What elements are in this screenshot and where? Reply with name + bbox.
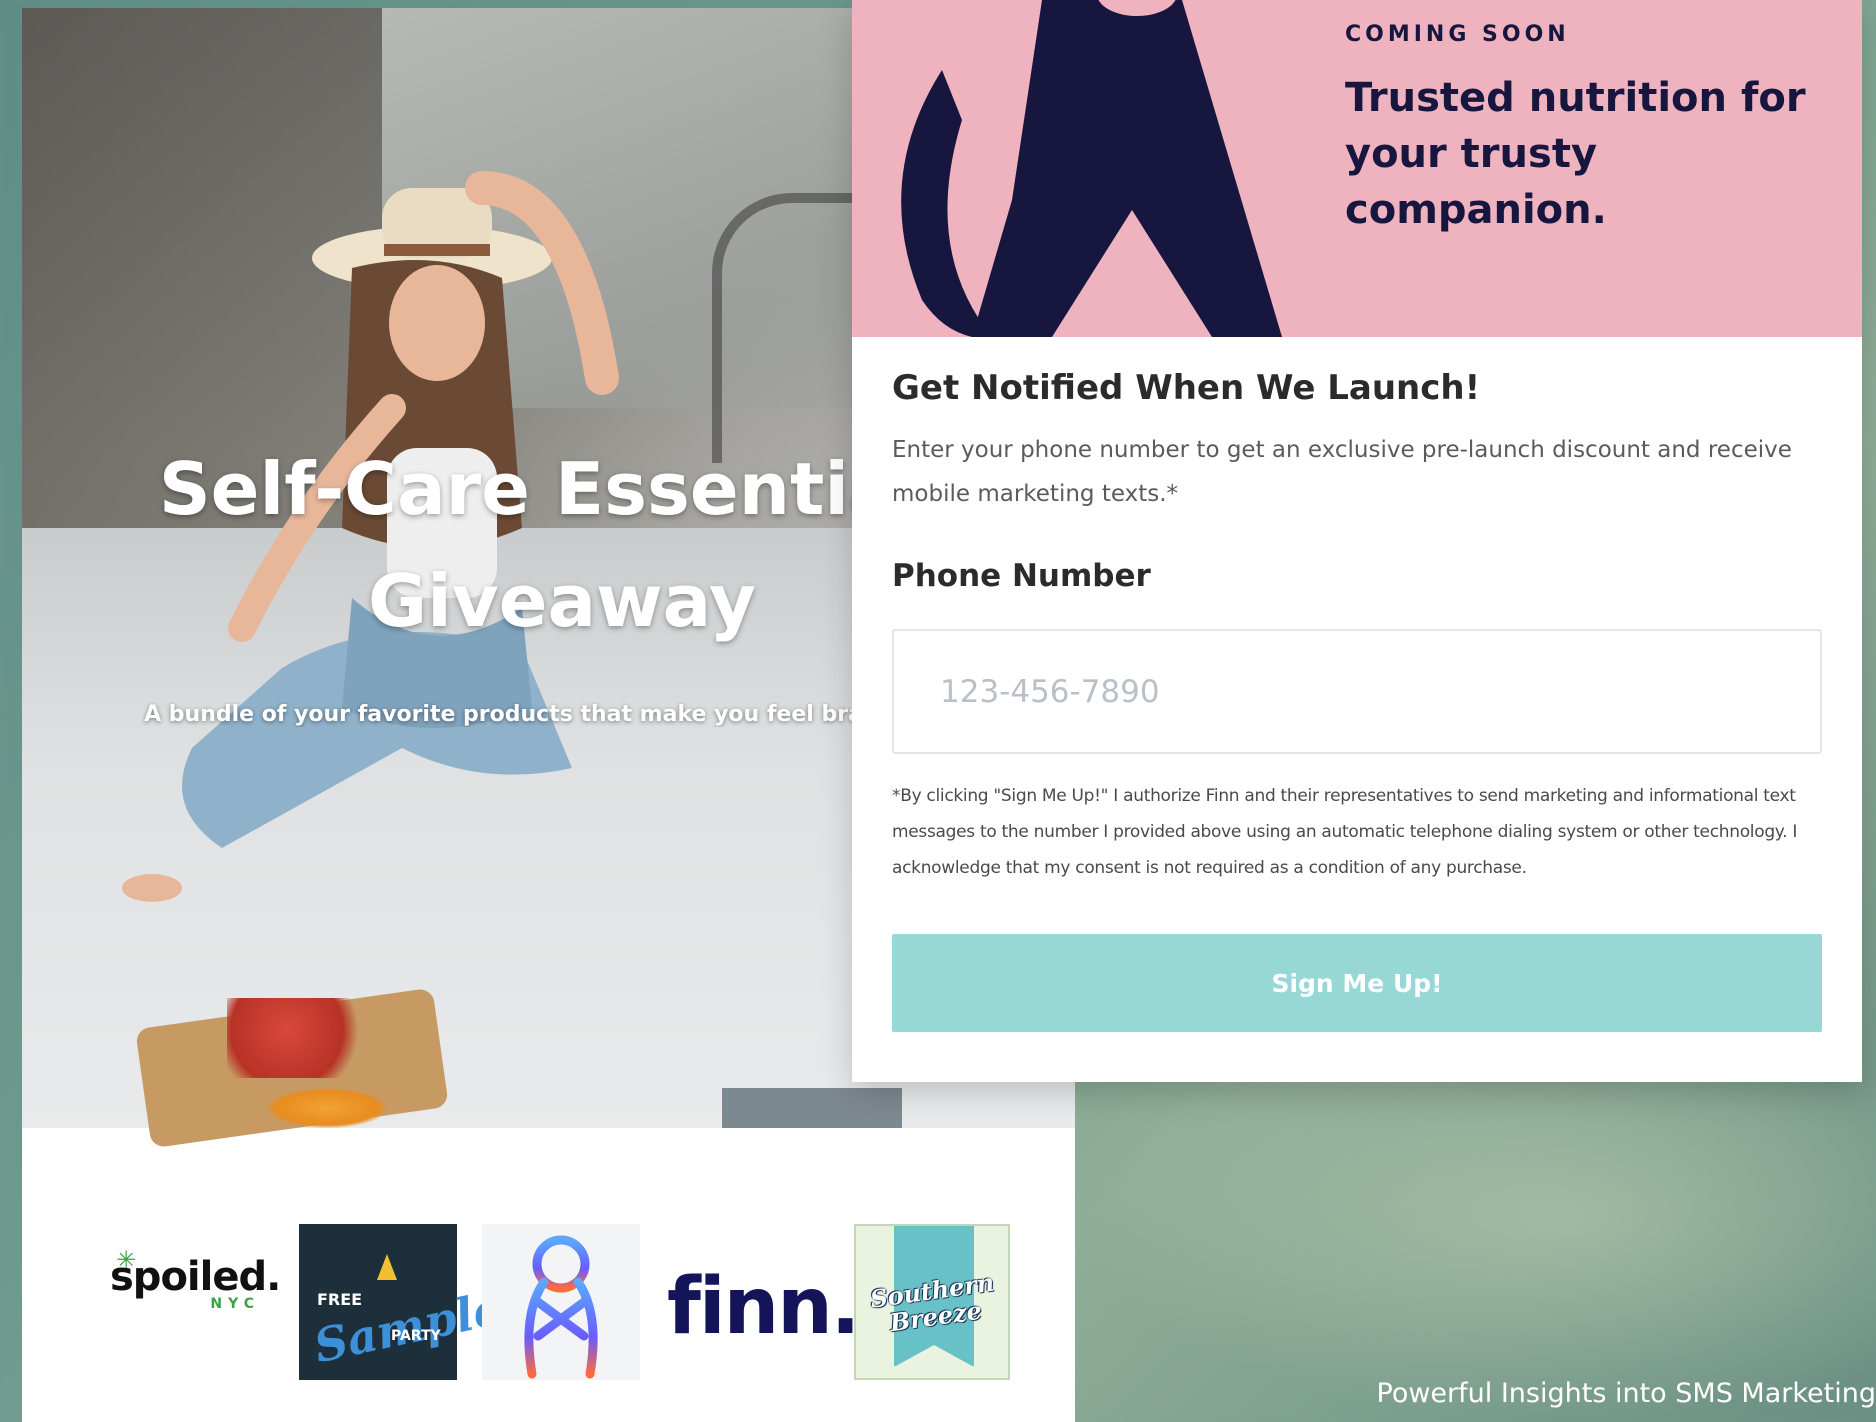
book [722,1088,902,1128]
dog-illustration-icon [901,0,1282,337]
popup-banner: COMING SOON Trusted nutrition for your t… [852,0,1862,337]
signup-popup: COMING SOON Trusted nutrition for your t… [852,0,1862,1082]
party-hat-icon [377,1254,397,1280]
finn-logo: finn. [667,1262,860,1352]
phone-number-input[interactable] [892,629,1822,754]
form-heading: Get Notified When We Launch! [892,368,1481,408]
orange-slices [267,1088,387,1128]
partner-logos: ✳ spoiled. NYC FREE Sample PARTY finn. S… [92,1224,1052,1384]
background-glow [1080,1080,1876,1422]
spoiled-nyc-logo: ✳ spoiled. NYC [110,1247,281,1312]
southern-breeze-logo: Southern Breeze [854,1224,1010,1380]
sign-me-up-button[interactable]: Sign Me Up! [892,934,1822,1032]
figure-eight-icon [524,1235,598,1379]
coming-soon-eyebrow: COMING SOON [1345,22,1570,47]
strawberries [227,998,377,1078]
consent-disclaimer: *By clicking "Sign Me Up!" I authorize F… [892,786,1798,878]
form-description: Enter your phone number to get an exclus… [892,437,1792,507]
caption-text: Powerful Insights into SMS Marketing [1376,1378,1876,1409]
popup-tagline: Trusted nutrition for your trusty compan… [1345,75,1806,233]
phone-number-label: Phone Number [892,558,1151,594]
free-sample-party-logo: FREE Sample PARTY [299,1224,507,1380]
figure-eight-logo [482,1224,640,1380]
leaf-icon: ✳ [116,1247,137,1274]
